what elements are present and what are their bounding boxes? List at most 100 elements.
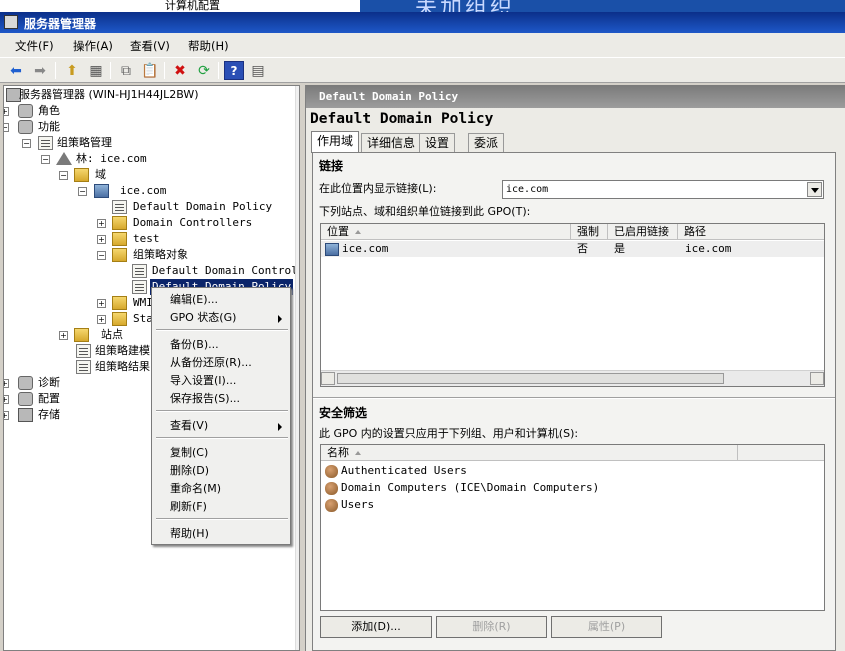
- menu-item-delete[interactable]: 删除(D): [170, 462, 290, 479]
- remove-button[interactable]: 删除(R): [436, 616, 547, 638]
- config-icon: [18, 392, 33, 406]
- toolbar-separator: [110, 62, 111, 79]
- sort-asc-icon: [355, 451, 361, 455]
- properties-icon[interactable]: ▤: [248, 61, 268, 80]
- menu-file[interactable]: 文件(F): [15, 38, 54, 54]
- tab-details[interactable]: 详细信息: [361, 133, 422, 152]
- collapse-icon[interactable]: −: [78, 187, 87, 196]
- refresh-icon[interactable]: ⟳: [194, 61, 214, 80]
- list-item[interactable]: Authenticated Users: [321, 463, 824, 479]
- menu-item-rename[interactable]: 重命名(M): [170, 480, 290, 497]
- scroll-right-icon[interactable]: [810, 372, 824, 385]
- security-list-header: 名称: [321, 445, 824, 461]
- expand-icon[interactable]: +: [4, 379, 9, 388]
- tab-delegation[interactable]: 委派: [468, 133, 505, 152]
- menu-item-restore[interactable]: 从备份还原(R)...: [170, 354, 290, 371]
- title-bar[interactable]: 服务器管理器: [0, 12, 845, 33]
- menu-item-backup[interactable]: 备份(B)...: [170, 336, 290, 353]
- modeling-icon: [76, 344, 91, 358]
- gpo-link-icon: [112, 200, 127, 214]
- forest-icon: [56, 152, 72, 165]
- folder-icon: [74, 328, 89, 342]
- scroll-thumb[interactable]: [337, 373, 724, 384]
- collapse-icon[interactable]: −: [41, 155, 50, 164]
- forward-icon[interactable]: ➡: [30, 61, 50, 80]
- location-combobox[interactable]: ice.com: [502, 180, 824, 199]
- links-section-title: 链接: [319, 159, 344, 173]
- menu-item-gpo-status[interactable]: GPO 状态(G): [170, 309, 290, 326]
- links-list[interactable]: 位置 强制 已启用链接 路径 ice.com 否 是 ice.com: [320, 223, 825, 387]
- expand-icon[interactable]: +: [97, 315, 106, 324]
- features-icon: [18, 120, 33, 134]
- menu-item-copy[interactable]: 复制(C): [170, 444, 290, 461]
- folder-icon: [112, 312, 127, 326]
- tab-settings[interactable]: 设置: [419, 133, 456, 152]
- copy-icon[interactable]: ⧉: [116, 61, 136, 80]
- expand-icon[interactable]: +: [97, 219, 106, 228]
- expand-icon[interactable]: +: [4, 411, 9, 420]
- back-icon[interactable]: ⬅: [6, 61, 26, 80]
- collapse-icon[interactable]: −: [59, 171, 68, 180]
- tree-scrollbar[interactable]: [295, 86, 299, 650]
- column-name[interactable]: 名称: [321, 445, 738, 461]
- menu-help[interactable]: 帮助(H): [188, 38, 229, 54]
- delete-icon[interactable]: ✖: [170, 61, 190, 80]
- expand-icon[interactable]: +: [97, 235, 106, 244]
- expand-icon[interactable]: +: [4, 107, 9, 116]
- column-path[interactable]: 路径: [678, 224, 825, 240]
- details-pane: Default Domain Policy Default Domain Pol…: [305, 85, 845, 651]
- properties-button[interactable]: 属性(P): [551, 616, 662, 638]
- menu-item-save-report[interactable]: 保存报告(S)...: [170, 390, 290, 407]
- linked-label: 下列站点、域和组织单位链接到此 GPO(T):: [319, 205, 531, 218]
- expand-icon[interactable]: +: [4, 395, 9, 404]
- chevron-down-icon[interactable]: [807, 182, 822, 197]
- menu-view[interactable]: 查看(V): [130, 38, 170, 54]
- tab-scope[interactable]: 作用域: [311, 131, 360, 153]
- up-icon[interactable]: ⬆: [62, 61, 82, 80]
- security-list[interactable]: 名称 Authenticated Users Domain Computers …: [320, 444, 825, 611]
- security-section-title: 安全筛选: [319, 406, 368, 420]
- paste-icon[interactable]: 📋: [140, 61, 160, 80]
- ou-icon: [112, 216, 127, 230]
- collapse-icon[interactable]: −: [4, 123, 9, 132]
- ou-icon: [112, 232, 127, 246]
- folder-icon: [112, 248, 127, 262]
- table-row[interactable]: ice.com 否 是 ice.com: [321, 241, 824, 257]
- window-title: 服务器管理器: [24, 17, 97, 31]
- column-enforced[interactable]: 强制: [571, 224, 608, 240]
- add-button[interactable]: 添加(D)...: [320, 616, 432, 638]
- list-item[interactable]: Domain Computers (ICE\Domain Computers): [321, 480, 824, 496]
- expand-icon[interactable]: +: [97, 299, 106, 308]
- menu-item-import[interactable]: 导入设置(I)...: [170, 372, 290, 389]
- menu-item-refresh[interactable]: 刷新(F): [170, 498, 290, 515]
- menu-action[interactable]: 操作(A): [73, 38, 113, 54]
- gpo-icon: [132, 280, 147, 294]
- column-link-enabled[interactable]: 已启用链接: [608, 224, 678, 240]
- folder-icon: [112, 296, 127, 310]
- submenu-arrow-icon: [278, 315, 282, 323]
- expand-icon[interactable]: +: [59, 331, 68, 340]
- user-group-icon: [325, 464, 338, 478]
- menu-item-view[interactable]: 查看(V): [170, 417, 290, 434]
- menu-item-edit[interactable]: 编辑(E)...: [170, 291, 290, 308]
- location-label: 在此位置内显示链接(L):: [319, 182, 437, 195]
- server-manager-icon: [4, 15, 18, 29]
- toolbar: ⬅ ➡ ⬆ ▦ ⧉ 📋 ✖ ⟳ ? ▤: [0, 57, 845, 83]
- collapse-icon[interactable]: −: [22, 139, 31, 148]
- horizontal-scrollbar[interactable]: [321, 370, 824, 386]
- menu-item-help[interactable]: 帮助(H): [170, 525, 290, 542]
- diagnostics-icon: [18, 376, 33, 390]
- section-divider: [313, 397, 835, 399]
- scroll-left-icon[interactable]: [321, 372, 335, 385]
- submenu-arrow-icon: [278, 423, 282, 431]
- links-list-header: 位置 强制 已启用链接 路径: [321, 224, 824, 240]
- column-location[interactable]: 位置: [321, 224, 571, 240]
- show-hide-tree-icon[interactable]: ▦: [86, 61, 106, 80]
- menu-bar: 文件(F) 操作(A) 查看(V) 帮助(H): [0, 33, 845, 57]
- list-item[interactable]: Users: [321, 497, 824, 513]
- help-icon[interactable]: ?: [224, 61, 244, 80]
- gpm-icon: [38, 136, 53, 150]
- collapse-icon[interactable]: −: [97, 251, 106, 260]
- security-description: 此 GPO 内的设置只应用于下列组、用户和计算机(S):: [319, 427, 579, 440]
- menu-separator: [156, 437, 288, 439]
